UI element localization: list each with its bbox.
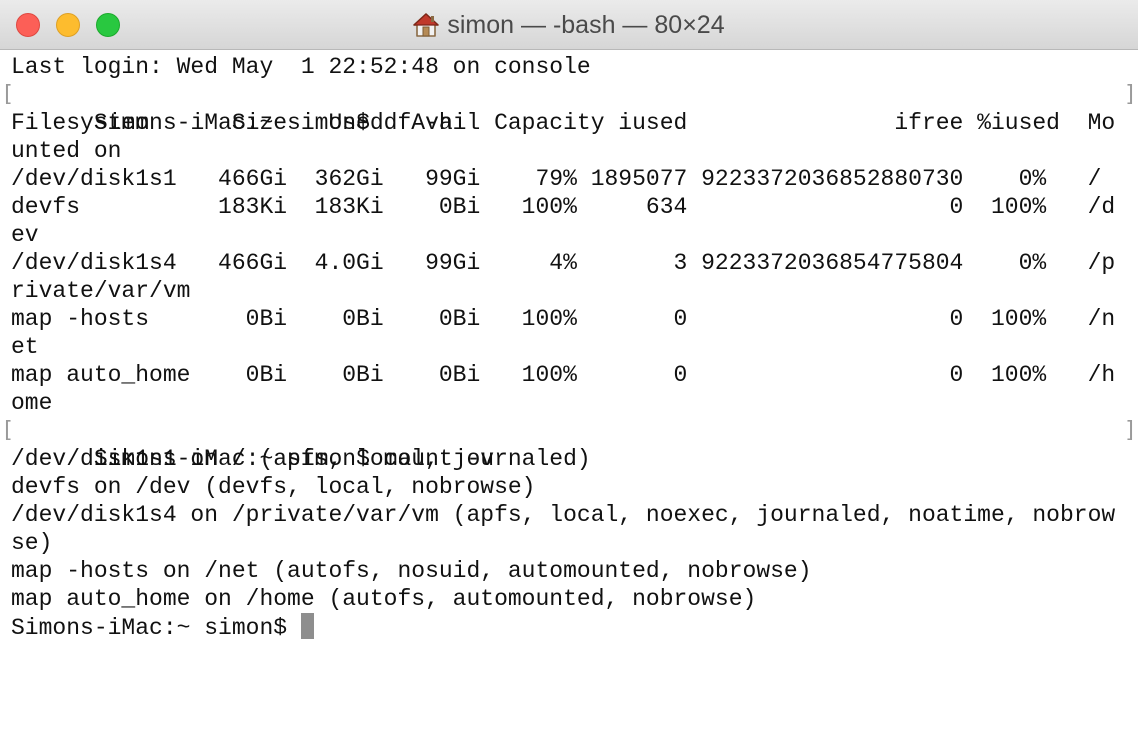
mark-bracket-left: [ (1, 418, 15, 443)
terminal-window: simon — -bash — 80×24 Last login: Wed Ma… (0, 0, 1138, 740)
text-cursor (300, 613, 314, 639)
terminal-line-prompt: [Simons-iMac:~ simon$ df -h] (0, 81, 1138, 136)
terminal-line: /dev/disk1s4 466Gi 4.0Gi 99Gi 4% 3 92233… (11, 250, 1116, 276)
mark-bracket-right: ] (1123, 418, 1137, 443)
terminal-line: Last login: Wed May 1 22:52:48 on consol… (11, 54, 591, 80)
title-bar[interactable]: simon — -bash — 80×24 (0, 0, 1138, 50)
terminal-line: devfs 183Ki 183Ki 0Bi 100% 634 0 100% /d (11, 194, 1116, 220)
terminal-output[interactable]: Last login: Wed May 1 22:52:48 on consol… (0, 53, 1138, 740)
terminal-line: Filesystem Size Used Avail Capacity iuse… (11, 110, 1116, 136)
terminal-line-prompt: [Simons-iMac:~ simon$ mount -v] (0, 417, 1138, 472)
current-prompt: Simons-iMac:~ simon$ (11, 615, 301, 641)
terminal-line: rivate/var/vm (11, 278, 191, 304)
terminal-line: /dev/disk1s1 on / (apfs, local, journale… (11, 446, 591, 472)
home-icon (413, 13, 440, 37)
terminal-line: et (11, 334, 39, 360)
terminal-line: ome (11, 390, 53, 416)
terminal-line: unted on (11, 138, 122, 164)
window-title: simon — -bash — 80×24 (447, 10, 725, 39)
mark-bracket-left: [ (1, 82, 15, 107)
terminal-line: devfs on /dev (devfs, local, nobrowse) (11, 474, 536, 500)
mark-bracket-right: ] (1123, 82, 1137, 107)
window-title-group: simon — -bash — 80×24 (0, 0, 1138, 50)
terminal-line: map -hosts 0Bi 0Bi 0Bi 100% 0 0 100% /n (11, 306, 1116, 332)
terminal-line: map -hosts on /net (autofs, nosuid, auto… (11, 558, 812, 584)
terminal-current-prompt[interactable]: Simons-iMac:~ simon$ (0, 613, 1138, 641)
terminal-line: ev (11, 222, 39, 248)
terminal-line: map auto_home on /home (autofs, automoun… (11, 586, 757, 612)
terminal-line: map auto_home 0Bi 0Bi 0Bi 100% 0 0 100% … (11, 362, 1116, 388)
terminal-line: /dev/disk1s1 466Gi 362Gi 99Gi 79% 189507… (11, 166, 1102, 192)
terminal-line: /dev/disk1s4 on /private/var/vm (apfs, l… (11, 502, 1116, 528)
terminal-line: se) (11, 530, 53, 556)
